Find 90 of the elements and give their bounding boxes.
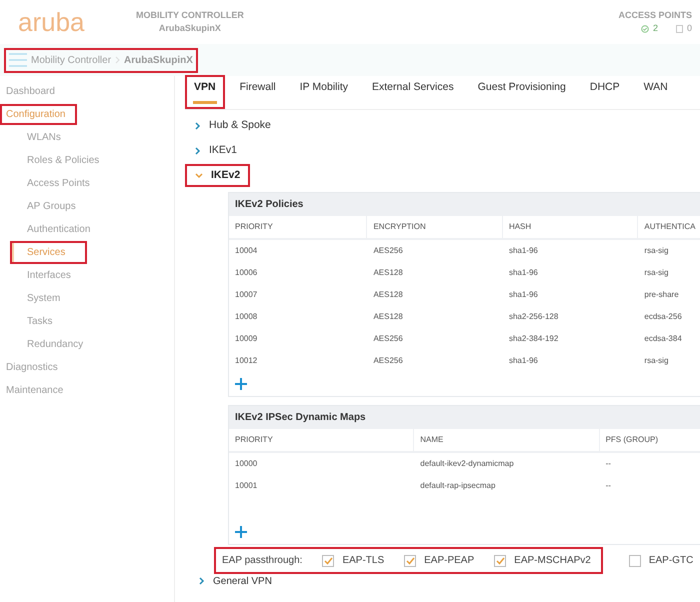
table-cell-text: 10009 [234, 333, 258, 345]
checkbox[interactable] [404, 554, 416, 566]
add-icon[interactable] [235, 526, 247, 538]
controller-name: ArubaSkupinX [158, 22, 221, 35]
table-cell-text: default-rap-ipsecmap [419, 480, 496, 492]
table-cell-text: AES256 [372, 333, 404, 345]
checkbox-label: EAP-PEAP [424, 554, 474, 568]
table-cell-text: 10007 [234, 289, 258, 301]
table-cell-text: ecdsa-256 [643, 311, 683, 323]
table-cell-text: 10006 [234, 267, 258, 279]
table-cell-text: sha2-384-192 [508, 333, 560, 345]
column-header: AUTHENTICA [638, 216, 700, 238]
tab[interactable]: VPN [185, 75, 225, 109]
sidebar-subitem[interactable]: Tasks [10, 310, 55, 333]
column-header: ENCRYPTION [367, 216, 503, 238]
sidebar-item[interactable]: Maintenance [0, 380, 70, 401]
ap-down-count: 0 [686, 22, 692, 35]
table-cell-text: sha1-96 [508, 267, 539, 279]
sidebar-subitem[interactable]: AP Groups [10, 195, 78, 218]
ap-up-count: 2 [652, 22, 658, 35]
add-icon[interactable] [235, 378, 247, 390]
sidebar-subitem[interactable]: Redundancy [10, 333, 86, 356]
table-cell-text: AES256 [372, 245, 404, 257]
controller-label: MOBILITY CONTROLLER [136, 8, 244, 22]
accordion-header[interactable]: IKEv1 [185, 138, 248, 162]
ap-down-icon [676, 24, 683, 33]
accordion-header[interactable]: Hub & Spoke [185, 114, 281, 138]
table-cell-text: rsa-sig [643, 245, 670, 257]
column-header: HASH [502, 216, 638, 238]
tab[interactable]: Firewall [230, 75, 285, 109]
table-cell-text: sha1-96 [508, 355, 539, 367]
sidebar-subitem[interactable]: System [10, 287, 62, 310]
table-cell-text: rsa-sig [643, 355, 670, 367]
breadcrumb-link[interactable]: Mobility Controller [31, 52, 112, 68]
sidebar-subitem[interactable]: Interfaces [10, 264, 73, 287]
sidebar-item[interactable]: Configuration [0, 104, 78, 125]
sidebar-item[interactable]: Dashboard [0, 81, 61, 102]
table-cell-text: ecdsa-384 [643, 333, 683, 345]
table-cell-text: default-ikev2-dynamicmap [419, 458, 515, 470]
checkbox-label: EAP-GTC [648, 554, 694, 568]
table-title: IKEv2 Policies [229, 193, 700, 216]
tab[interactable]: DHCP [580, 75, 629, 109]
table-cell-text: 10000 [234, 458, 258, 470]
sidebar-subitem[interactable]: Access Points [10, 172, 92, 195]
table-cell-text: 10001 [234, 480, 258, 492]
column-header: PFS (GROUP) [600, 429, 700, 451]
table-cell-text: 10004 [234, 245, 258, 257]
table-cell-text: AES128 [372, 267, 404, 279]
table-cell-text: 10012 [234, 355, 258, 367]
accordion-header[interactable]: General VPN [213, 574, 272, 588]
sidebar-subitem[interactable]: Services [10, 241, 88, 264]
table-cell-text: AES128 [372, 289, 404, 301]
check-circle-icon [640, 24, 649, 33]
table-cell-text: sha1-96 [508, 245, 539, 257]
check-icon [406, 556, 415, 564]
breadcrumb-link[interactable]: ArubaSkupinX [124, 52, 193, 68]
checkbox[interactable] [628, 554, 641, 566]
chevron-right-icon [115, 56, 120, 64]
sidebar-subitem[interactable]: Authentication [10, 218, 92, 241]
tab[interactable]: IP Mobility [290, 75, 358, 109]
sidebar-subitem[interactable]: WLANs [10, 126, 63, 149]
sidebar-subitem[interactable]: Roles & Policies [10, 149, 102, 172]
logo: aruba [18, 6, 86, 38]
table-cell-text: rsa-sig [643, 267, 670, 279]
tab[interactable]: External Services [363, 75, 463, 109]
sidebar-item[interactable]: Diagnostics [0, 357, 64, 378]
table-cell-text: AES128 [372, 311, 404, 323]
column-header: PRIORITY [229, 216, 368, 238]
table-cell-text: pre-share [643, 289, 680, 301]
accordion-header[interactable]: IKEv2 [185, 164, 250, 188]
eap-passthrough-label: EAP passthrough: [222, 554, 302, 568]
table-cell-text: sha1-96 [508, 289, 539, 301]
table-title: IKEv2 IPSec Dynamic Maps [229, 406, 700, 429]
tab[interactable]: WAN [634, 75, 677, 109]
checkbox[interactable] [494, 554, 506, 566]
check-icon [324, 556, 333, 564]
table-cell-text: AES256 [372, 355, 404, 367]
table-cell-text: sha2-256-128 [508, 311, 560, 323]
tab[interactable]: Guest Provisioning [468, 75, 575, 109]
table-cell-text: -- [604, 480, 612, 492]
access-points-label: ACCESS POINTS [618, 8, 692, 22]
checkbox-label: EAP-MSCHAPv2 [514, 554, 591, 568]
check-icon [496, 556, 505, 564]
column-header: PRIORITY [229, 429, 414, 451]
checkbox[interactable] [322, 554, 334, 566]
table-cell-text: 10008 [234, 311, 258, 323]
menu-icon[interactable] [9, 53, 27, 67]
checkbox-label: EAP-TLS [342, 554, 384, 568]
column-header: NAME [414, 429, 600, 451]
table-cell-text: -- [604, 458, 612, 470]
